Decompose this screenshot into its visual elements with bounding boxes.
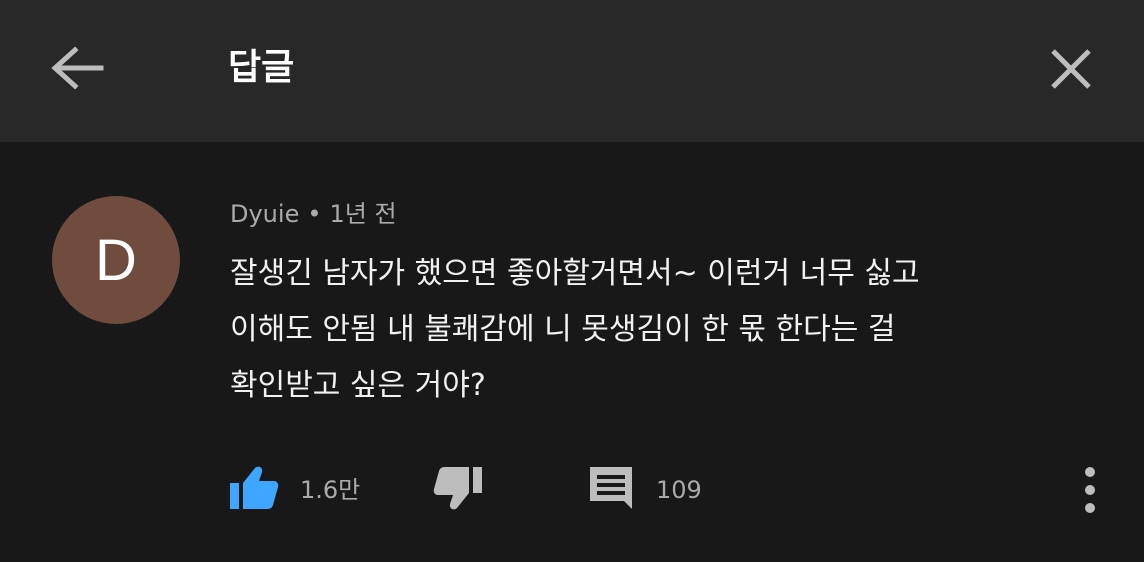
comment-timestamp: 1년 전 [329, 200, 397, 228]
comment-icon [590, 467, 632, 509]
comment-line: 잘생긴 남자가 했으면 좋아할거면서~ 이런거 너무 싫고 [230, 256, 920, 291]
page-title: 답글 [228, 47, 295, 88]
like-count: 1.6만 [300, 476, 361, 504]
close-button[interactable] [1040, 38, 1102, 100]
top-app-bar: 답글 [0, 0, 1144, 142]
close-icon [1051, 49, 1091, 89]
arrow-left-icon [51, 46, 104, 90]
avatar[interactable]: D [52, 196, 180, 324]
thumbs-down-icon [433, 467, 482, 510]
comment-line: 이해도 안됨 내 불쾌감에 니 못생김이 한 몫 한다는 걸 [230, 312, 896, 347]
comment-meta: Dyuie • 1년 전 [230, 198, 397, 230]
reply-count: 109 [656, 476, 702, 504]
comment-line: 확인받고 싶은 거야? [230, 368, 486, 403]
more-options-button[interactable] [1070, 460, 1110, 520]
meta-separator: • [307, 200, 322, 228]
like-button[interactable] [228, 458, 280, 518]
dislike-button[interactable] [432, 458, 484, 518]
reply-button[interactable] [586, 458, 636, 518]
comment-body: 잘생긴 남자가 했으면 좋아할거면서~ 이런거 너무 싫고 이해도 안됨 내 불… [230, 246, 1050, 414]
thumbs-up-icon [230, 466, 279, 509]
more-vertical-icon [1085, 467, 1095, 513]
back-button[interactable] [44, 38, 110, 98]
author-name[interactable]: Dyuie [230, 200, 299, 228]
